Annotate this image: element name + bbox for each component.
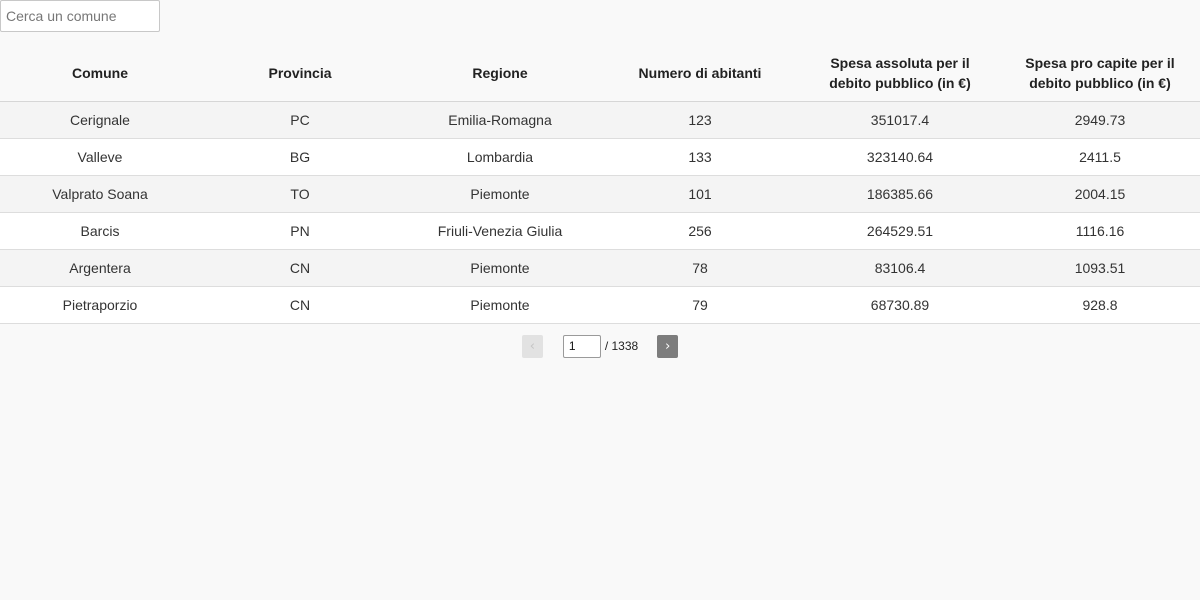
cell-regione: Emilia-Romagna [400,101,600,139]
app-root: Comune Provincia Regione Numero di abita… [0,0,1200,600]
cell-comune: Valleve [0,138,200,176]
column-header-regione[interactable]: Regione [400,44,600,102]
cell-abitanti: 133 [600,138,800,176]
table-row: Valleve BG Lombardia 133 323140.64 2411.… [0,138,1200,176]
cell-spesa-pro-capite: 1093.51 [1000,249,1200,287]
header-row: Comune Provincia Regione Numero di abita… [0,44,1200,102]
table-row: Valprato Soana TO Piemonte 101 186385.66… [0,175,1200,213]
table-row: Barcis PN Friuli-Venezia Giulia 256 2645… [0,212,1200,250]
cell-regione: Piemonte [400,249,600,287]
cell-spesa-assoluta: 186385.66 [800,175,1000,213]
cell-spesa-assoluta: 264529.51 [800,212,1000,250]
cell-abitanti: 256 [600,212,800,250]
cell-comune: Cerignale [0,101,200,139]
search-input[interactable] [0,0,160,32]
table-row: Argentera CN Piemonte 78 83106.4 1093.51 [0,249,1200,287]
cell-comune: Argentera [0,249,200,287]
cell-provincia: CN [200,249,400,287]
cell-provincia: TO [200,175,400,213]
pagination: ‹ / 1338 › [0,334,1200,358]
cell-spesa-assoluta: 83106.4 [800,249,1000,287]
column-header-spesa-pro-capite[interactable]: Spesa pro capite per il debito pubblico … [1000,44,1200,102]
cell-spesa-pro-capite: 1116.16 [1000,212,1200,250]
cell-spesa-assoluta: 351017.4 [800,101,1000,139]
next-page-button[interactable]: › [657,334,679,358]
page-total-label: / 1338 [604,339,639,353]
cell-regione: Piemonte [400,175,600,213]
cell-regione: Piemonte [400,286,600,324]
cell-spesa-pro-capite: 2949.73 [1000,101,1200,139]
cell-regione: Lombardia [400,138,600,176]
cell-comune: Barcis [0,212,200,250]
column-header-abitanti[interactable]: Numero di abitanti [600,44,800,102]
cell-comune: Valprato Soana [0,175,200,213]
cell-provincia: PN [200,212,400,250]
cell-spesa-pro-capite: 2411.5 [1000,138,1200,176]
cell-provincia: BG [200,138,400,176]
table-row: Cerignale PC Emilia-Romagna 123 351017.4… [0,101,1200,139]
table-row: Pietraporzio CN Piemonte 79 68730.89 928… [0,286,1200,324]
cell-spesa-pro-capite: 928.8 [1000,286,1200,324]
cell-regione: Friuli-Venezia Giulia [400,212,600,250]
column-header-comune[interactable]: Comune [0,44,200,102]
table-header: Comune Provincia Regione Numero di abita… [0,44,1200,102]
cell-comune: Pietraporzio [0,286,200,324]
column-header-spesa-assoluta[interactable]: Spesa assoluta per il debito pubblico (i… [800,44,1000,102]
cell-abitanti: 123 [600,101,800,139]
previous-page-button[interactable]: ‹ [521,334,543,358]
cell-spesa-assoluta: 68730.89 [800,286,1000,324]
cell-provincia: PC [200,101,400,139]
cell-spesa-assoluta: 323140.64 [800,138,1000,176]
cell-abitanti: 101 [600,175,800,213]
page-number-input[interactable] [562,334,601,358]
cell-abitanti: 78 [600,249,800,287]
cell-abitanti: 79 [600,286,800,324]
table-body: Cerignale PC Emilia-Romagna 123 351017.4… [0,101,1200,324]
cell-provincia: CN [200,286,400,324]
column-header-provincia[interactable]: Provincia [200,44,400,102]
data-table: Comune Provincia Regione Numero di abita… [0,44,1200,324]
cell-spesa-pro-capite: 2004.15 [1000,175,1200,213]
